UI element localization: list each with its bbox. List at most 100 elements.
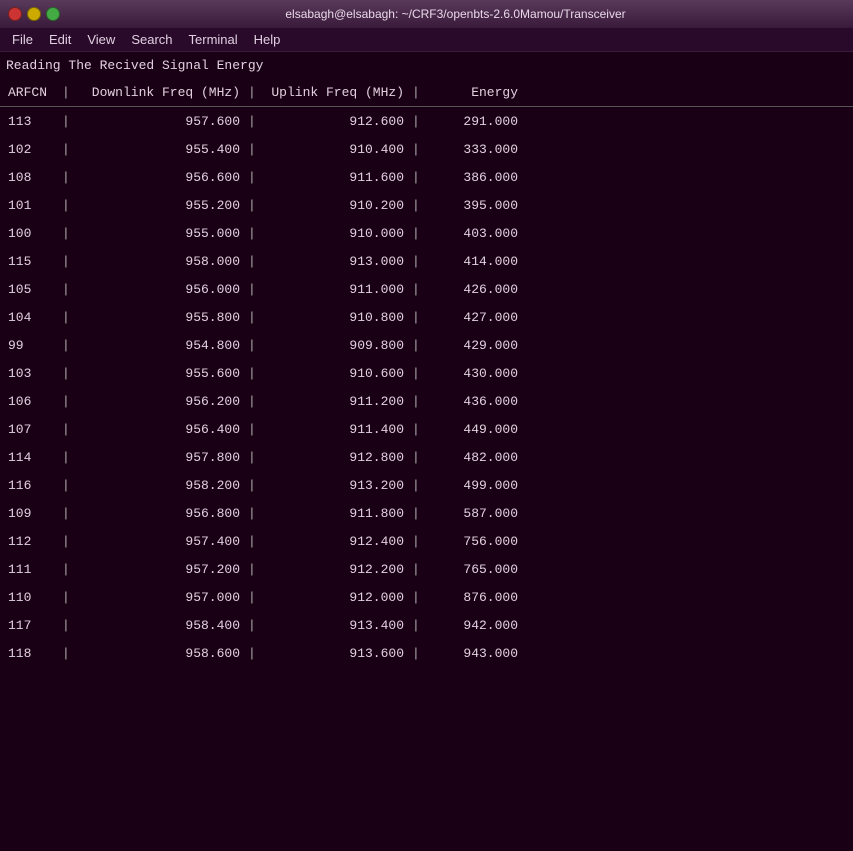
window-title: elsabagh@elsabagh: ~/CRF3/openbts-2.6.0M…	[66, 7, 845, 21]
menu-help[interactable]: Help	[246, 30, 289, 49]
col-sep1: |	[62, 562, 76, 577]
col-sep2: |	[248, 590, 262, 605]
menu-search[interactable]: Search	[123, 30, 180, 49]
cell-energy: 587.000	[426, 506, 526, 521]
cell-downlink: 954.800	[76, 338, 248, 353]
cell-downlink: 958.000	[76, 254, 248, 269]
cell-arfcn: 118	[0, 646, 62, 661]
col-sep2: |	[248, 114, 262, 129]
col-sep1: |	[62, 450, 76, 465]
cell-arfcn: 109	[0, 506, 62, 521]
cell-downlink: 957.000	[76, 590, 248, 605]
col-sep2: |	[248, 142, 262, 157]
window-controls	[8, 7, 60, 21]
cell-arfcn: 106	[0, 394, 62, 409]
menu-file[interactable]: File	[4, 30, 41, 49]
col-sep1: |	[62, 170, 76, 185]
cell-arfcn: 114	[0, 450, 62, 465]
cell-energy: 756.000	[426, 534, 526, 549]
col-sep2: |	[248, 338, 262, 353]
cell-downlink: 956.800	[76, 506, 248, 521]
table-row: 104 | 955.800 | 910.800 | 427.000	[0, 303, 853, 331]
col-sep1: |	[62, 254, 76, 269]
col-sep1: |	[62, 422, 76, 437]
cell-downlink: 958.200	[76, 478, 248, 493]
titlebar: elsabagh@elsabagh: ~/CRF3/openbts-2.6.0M…	[0, 0, 853, 28]
cell-uplink: 911.600	[262, 170, 412, 185]
cell-uplink: 911.000	[262, 282, 412, 297]
col-sep1: |	[62, 506, 76, 521]
cell-uplink: 912.600	[262, 114, 412, 129]
cell-energy: 427.000	[426, 310, 526, 325]
cell-downlink: 955.800	[76, 310, 248, 325]
cell-uplink: 912.200	[262, 562, 412, 577]
menu-view[interactable]: View	[79, 30, 123, 49]
table-row: 101 | 955.200 | 910.200 | 395.000	[0, 191, 853, 219]
table-header: ARFCN | Downlink Freq (MHz) | Uplink Fre…	[0, 79, 853, 107]
col-sep3: |	[412, 534, 426, 549]
cell-downlink: 955.400	[76, 142, 248, 157]
menu-edit[interactable]: Edit	[41, 30, 79, 49]
cell-energy: 436.000	[426, 394, 526, 409]
cell-uplink: 913.200	[262, 478, 412, 493]
cell-downlink: 956.000	[76, 282, 248, 297]
menubar: File Edit View Search Terminal Help	[0, 28, 853, 52]
maximize-button[interactable]	[46, 7, 60, 21]
col-sep2: |	[248, 282, 262, 297]
col-sep3: |	[412, 226, 426, 241]
cell-arfcn: 111	[0, 562, 62, 577]
col-sep2: |	[248, 646, 262, 661]
cell-uplink: 910.000	[262, 226, 412, 241]
table-row: 108 | 956.600 | 911.600 | 386.000	[0, 163, 853, 191]
col-sep2: |	[248, 254, 262, 269]
cell-uplink: 911.200	[262, 394, 412, 409]
cell-uplink: 910.400	[262, 142, 412, 157]
header-uplink: Uplink Freq (MHz)	[262, 85, 412, 100]
minimize-button[interactable]	[27, 7, 41, 21]
cell-uplink: 912.400	[262, 534, 412, 549]
col-sep3: |	[412, 310, 426, 325]
cell-downlink: 955.200	[76, 198, 248, 213]
table-row: 103 | 955.600 | 910.600 | 430.000	[0, 359, 853, 387]
cell-downlink: 956.600	[76, 170, 248, 185]
col-sep2: |	[248, 394, 262, 409]
col-sep2: |	[248, 226, 262, 241]
col-sep1: |	[62, 114, 76, 129]
col-sep1: |	[62, 534, 76, 549]
col-sep2: |	[248, 310, 262, 325]
close-button[interactable]	[8, 7, 22, 21]
cell-arfcn: 107	[0, 422, 62, 437]
col-sep2: |	[248, 618, 262, 633]
col-sep1: |	[62, 394, 76, 409]
menu-terminal[interactable]: Terminal	[181, 30, 246, 49]
cell-energy: 876.000	[426, 590, 526, 605]
col-sep3: |	[412, 282, 426, 297]
col-sep2: |	[248, 506, 262, 521]
table-row: 99 | 954.800 | 909.800 | 429.000	[0, 331, 853, 359]
sep1: |	[62, 85, 76, 100]
terminal-output: Reading The Recived Signal Energy ARFCN …	[0, 52, 853, 851]
cell-arfcn: 104	[0, 310, 62, 325]
table-row: 113 | 957.600 | 912.600 | 291.000	[0, 107, 853, 135]
cell-arfcn: 117	[0, 618, 62, 633]
table-row: 118 | 958.600 | 913.600 | 943.000	[0, 639, 853, 667]
cell-uplink: 913.400	[262, 618, 412, 633]
cell-arfcn: 108	[0, 170, 62, 185]
cell-uplink: 910.200	[262, 198, 412, 213]
cell-energy: 333.000	[426, 142, 526, 157]
cell-downlink: 957.600	[76, 114, 248, 129]
table-row: 107 | 956.400 | 911.400 | 449.000	[0, 415, 853, 443]
table-row: 100 | 955.000 | 910.000 | 403.000	[0, 219, 853, 247]
cell-arfcn: 100	[0, 226, 62, 241]
col-sep3: |	[412, 618, 426, 633]
col-sep2: |	[248, 478, 262, 493]
cell-energy: 499.000	[426, 478, 526, 493]
header-downlink: Downlink Freq (MHz)	[76, 85, 248, 100]
col-sep3: |	[412, 198, 426, 213]
col-sep2: |	[248, 170, 262, 185]
table-row: 102 | 955.400 | 910.400 | 333.000	[0, 135, 853, 163]
col-sep3: |	[412, 170, 426, 185]
col-sep1: |	[62, 310, 76, 325]
cell-downlink: 955.000	[76, 226, 248, 241]
col-sep3: |	[412, 254, 426, 269]
